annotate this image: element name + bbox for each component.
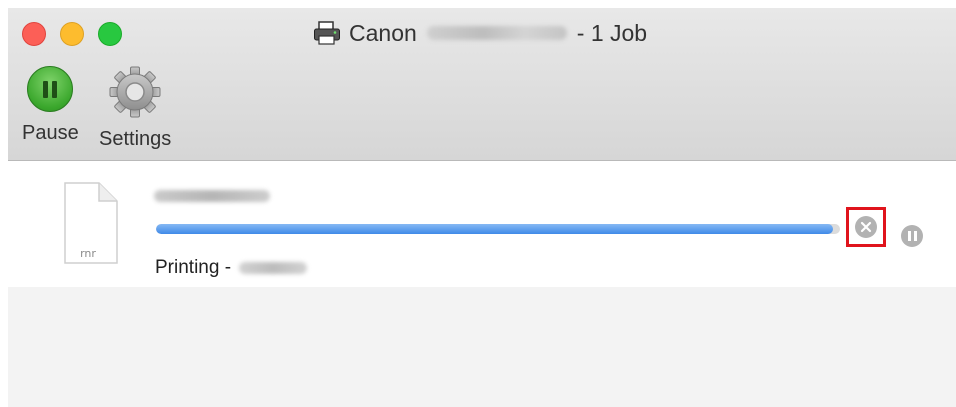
job-row[interactable]: rnr Printing - [8, 161, 956, 287]
settings-label: Settings [99, 128, 172, 150]
redacted-page-info [239, 262, 308, 274]
job-status: Printing - [155, 257, 308, 279]
title-printer-brand: Canon [349, 19, 417, 46]
job-pause-icon[interactable] [901, 225, 923, 247]
progress-bar [156, 224, 840, 234]
zoom-window-button[interactable] [98, 22, 122, 46]
toolbar: Canon - 1 Job Pause Settings [8, 8, 956, 161]
title-job-count: - 1 Job [576, 19, 648, 46]
window-title: Canon - 1 Job [313, 17, 647, 49]
status-text: Printing - [155, 257, 232, 278]
printer-icon [314, 21, 340, 45]
cancel-circle-icon[interactable] [855, 216, 877, 238]
close-window-button[interactable] [22, 22, 46, 46]
pause-button[interactable]: Pause [22, 66, 79, 145]
redacted-model-name [426, 26, 567, 40]
settings-button[interactable]: Settings [99, 66, 171, 151]
file-type-label: rnr [80, 247, 96, 260]
pause-label: Pause [22, 122, 79, 144]
redacted-job-name [154, 190, 270, 202]
gear-icon [109, 66, 161, 118]
cancel-highlight-box [846, 207, 886, 247]
print-queue-window: Canon - 1 Job Pause Settings rnr Printin… [8, 8, 956, 407]
pause-circle-icon [27, 66, 74, 112]
progress-fill [156, 224, 834, 234]
minimize-window-button[interactable] [60, 22, 84, 46]
